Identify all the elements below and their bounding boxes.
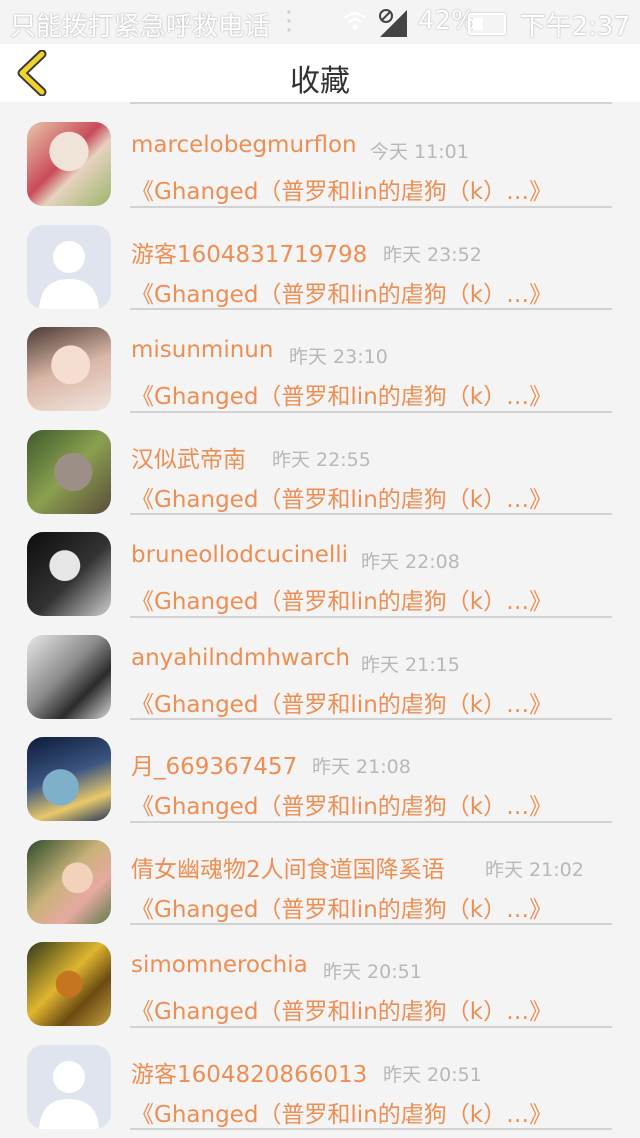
avatar[interactable] [27, 532, 111, 616]
page-title: 收藏 [290, 64, 350, 99]
user-name[interactable]: 游客1604820866013 [131, 1055, 367, 1089]
user-name[interactable]: anyahilndmhwarch [131, 645, 350, 671]
user-name[interactable]: simomnerochia [131, 952, 308, 978]
title-bar: 收藏 [0, 44, 640, 102]
list-item[interactable]: simomnerochia 昨天 20:51 《Ghanged（普罗和lin的虐狗（… [0, 924, 640, 1028]
wifi-icon [344, 12, 366, 30]
favorited-content-title[interactable]: 《Ghanged（普罗和lin的虐狗（k）…》 [131, 480, 552, 514]
status-bar: 只能拨打紧急呼救电话 ⋮ 42% 下午2:37 [0, 0, 640, 44]
more-dots-icon: ⋮ [276, 6, 302, 36]
avatar[interactable] [27, 942, 111, 1026]
list-item[interactable]: 月_669367457 昨天 21:08 《Ghanged（普罗和lin的虐狗（k）… [0, 719, 640, 823]
avatar[interactable] [27, 327, 111, 411]
favorited-content-title[interactable]: 《Ghanged（普罗和lin的虐狗（k）…》 [131, 890, 552, 924]
default-avatar-icon[interactable] [27, 224, 111, 309]
clock: 下午2:37 [519, 12, 630, 42]
signal-icon [379, 9, 407, 37]
user-name[interactable]: 汉似武帝南 [131, 440, 246, 474]
user-name[interactable]: 游客1604831719798 [131, 235, 367, 269]
timestamp: 昨天 22:08 [361, 551, 460, 573]
favorited-content-title[interactable]: 《Ghanged（普罗和lin的虐狗（k）…》 [131, 992, 552, 1026]
list-item[interactable]: marcelobegmurflon 今天 11:01 《Ghanged（普罗和lin… [0, 104, 640, 208]
favorited-content-title[interactable]: 《Ghanged（普罗和lin的虐狗（k）…》 [131, 172, 552, 206]
battery-icon [468, 13, 506, 35]
avatar[interactable] [27, 737, 111, 821]
user-name[interactable]: marcelobegmurflon [131, 132, 357, 158]
favorited-content-title[interactable]: 《Ghanged（普罗和lin的虐狗（k）…》 [131, 685, 552, 719]
avatar[interactable] [27, 634, 111, 719]
timestamp: 昨天 21:15 [361, 653, 460, 676]
favorited-content-title[interactable]: 《Ghanged（普罗和lin的虐狗（k）…》 [131, 275, 552, 309]
avatar[interactable] [27, 429, 111, 514]
favorites-list: marcelobegmurflon 今天 11:01 《Ghanged（普罗和lin… [0, 102, 640, 1130]
list-item[interactable]: 游客1604820866013 昨天 20:51 《Ghanged（普罗和lin的虐… [0, 1027, 640, 1130]
timestamp: 昨天 20:51 [323, 961, 422, 983]
list-item[interactable]: anyahilndmhwarch 昨天 21:15 《Ghanged（普罗和lin的… [0, 617, 640, 720]
timestamp: 昨天 22:55 [272, 448, 371, 471]
list-item[interactable]: 汉似武帝南 昨天 22:55 《Ghanged（普罗和lin的虐狗（k）…》 [0, 412, 640, 515]
divider [130, 1128, 612, 1130]
timestamp: 昨天 21:02 [485, 858, 584, 881]
timestamp: 昨天 23:52 [383, 243, 482, 266]
list-item[interactable]: bruneollodcucinelli 昨天 22:08 《Ghanged（普罗和l… [0, 514, 640, 618]
timestamp: 昨天 21:08 [312, 756, 411, 778]
favorited-content-title[interactable]: 《Ghanged（普罗和lin的虐狗（k）…》 [131, 787, 552, 821]
default-avatar-icon[interactable] [27, 1044, 111, 1129]
user-name[interactable]: misunminun [131, 337, 273, 363]
list-item[interactable]: 倩女幽魂物2人间食道国降奚语 昨天 21:02 《Ghanged（普罗和lin的虐狗… [0, 822, 640, 925]
favorited-content-title[interactable]: 《Ghanged（普罗和lin的虐狗（k）…》 [131, 582, 552, 616]
avatar[interactable] [27, 839, 111, 924]
timestamp: 昨天 20:51 [383, 1063, 482, 1086]
user-name[interactable]: 倩女幽魂物2人间食道国降奚语 [131, 850, 445, 884]
list-item[interactable]: misunminun 昨天 23:10 《Ghanged（普罗和lin的虐狗（k）…… [0, 309, 640, 413]
favorited-content-title[interactable]: 《Ghanged（普罗和lin的虐狗（k）…》 [131, 377, 552, 411]
timestamp: 昨天 23:10 [289, 346, 388, 368]
avatar[interactable] [27, 122, 111, 206]
list-item[interactable]: 游客1604831719798 昨天 23:52 《Ghanged（普罗和lin的虐… [0, 207, 640, 310]
carrier-text: 只能拨打紧急呼救电话 [10, 12, 271, 42]
timestamp: 今天 11:01 [370, 141, 469, 163]
user-name[interactable]: bruneollodcucinelli [131, 542, 348, 568]
favorited-content-title[interactable]: 《Ghanged（普罗和lin的虐狗（k）…》 [131, 1095, 552, 1129]
user-name[interactable]: 月_669367457 [131, 747, 297, 781]
